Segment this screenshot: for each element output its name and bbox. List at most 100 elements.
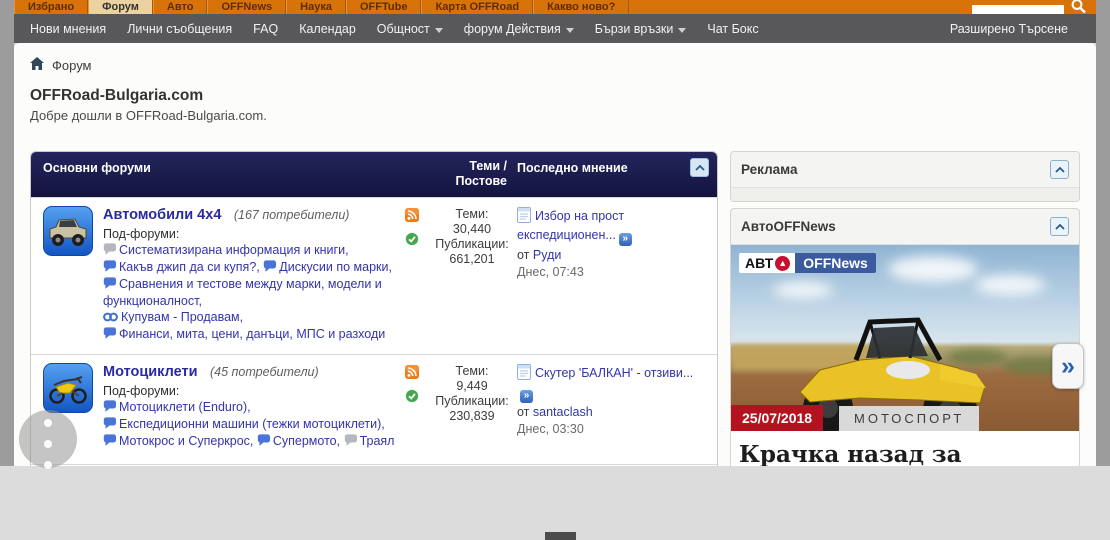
document-icon bbox=[517, 207, 531, 227]
subforums-label: Под-форуми: bbox=[103, 227, 180, 241]
last-post-author[interactable]: santaclash bbox=[533, 405, 593, 419]
menu-item-бързи-връзки[interactable]: Бързи връзки bbox=[595, 22, 687, 36]
menu-bar: Нови мнения Лични съобщения FAQ Календар Общ… bbox=[14, 14, 1096, 43]
floating-menu-button[interactable] bbox=[19, 410, 77, 469]
last-post-author[interactable]: Руди bbox=[533, 248, 561, 262]
forum-row-automobili: Автомобили 4x4 (167 потребители) Под-фор… bbox=[31, 197, 717, 354]
goto-last-post-icon[interactable]: » bbox=[520, 389, 533, 403]
forum-users-count: (45 потребители) bbox=[209, 365, 319, 379]
subforum-link[interactable]: Какъв джип да си купя?, bbox=[103, 260, 260, 274]
bubble-gray-icon bbox=[344, 434, 357, 450]
left-frame bbox=[0, 0, 14, 466]
subscribed-check-icon bbox=[405, 389, 419, 408]
subforum-link[interactable]: Супермото, bbox=[257, 434, 340, 448]
breadcrumb-forum[interactable]: Форум bbox=[52, 58, 92, 73]
subforum-list: Мотоциклети (Enduro), Експедиционни машин… bbox=[103, 399, 399, 450]
bubble-blue-icon bbox=[263, 260, 277, 276]
subforum-link[interactable]: Експедиционни машини (тежки мотоциклети)… bbox=[103, 417, 385, 431]
menu-item-нови-мнения[interactable]: Нови мнения bbox=[30, 22, 106, 36]
subforum-link[interactable]: Мотокрос и Суперкрос, bbox=[103, 434, 253, 448]
goto-last-post-icon[interactable]: » bbox=[618, 232, 632, 246]
collapse-news-button[interactable] bbox=[1050, 217, 1069, 236]
tab-авто[interactable]: Авто bbox=[152, 0, 208, 14]
last-post: Избор на прост експедиционен...» от Руди… bbox=[517, 206, 707, 346]
search-icon[interactable] bbox=[1070, 0, 1088, 14]
ads-panel-body bbox=[731, 188, 1079, 201]
menu-item-календар[interactable]: Календар bbox=[299, 22, 356, 36]
last-post-link[interactable]: Избор на прост експедиционен... bbox=[517, 209, 624, 242]
page-title: OFFRoad-Bulgaria.com bbox=[30, 87, 204, 104]
bubble-blue-icon bbox=[103, 434, 116, 450]
top-tab-bar: Избрано Форум Авто OFFNews Наука OFFTube Карта… bbox=[14, 0, 1096, 14]
breadcrumb: Форум bbox=[30, 57, 1080, 73]
forums-header-title: Основни форуми bbox=[43, 161, 151, 175]
news-category-badge: МОТОСПОРТ bbox=[839, 406, 980, 431]
tab-наука[interactable]: Наука bbox=[286, 0, 346, 14]
document-icon bbox=[517, 364, 531, 384]
tab-offnews[interactable]: OFFNews bbox=[207, 0, 287, 14]
subscribed-check-icon bbox=[405, 232, 419, 251]
bubble-blue-icon bbox=[103, 277, 116, 293]
forum-users-count: (167 потребители) bbox=[233, 208, 350, 222]
advanced-search-link[interactable]: Разширено Търсене bbox=[950, 22, 1068, 36]
news-date-badge: 25/07/2018 bbox=[731, 405, 824, 431]
forum-title-link[interactable]: Мотоциклети bbox=[103, 364, 198, 380]
collapse-ads-button[interactable] bbox=[1050, 160, 1069, 179]
ads-panel: Реклама bbox=[730, 151, 1080, 202]
subforum-link[interactable]: Финанси, мита, цени, данъци, МПС и разхо… bbox=[103, 327, 385, 341]
tab-какво-ново-[interactable]: Какво ново? bbox=[533, 0, 630, 14]
content-area: Форум OFFRoad-Bulgaria.com Добре дошли в… bbox=[14, 43, 1096, 466]
last-post-time: Днес, 07:43 bbox=[517, 264, 584, 279]
subforum-link[interactable]: Купувам - Продавам, bbox=[103, 310, 243, 324]
forum-icon-moto[interactable] bbox=[43, 363, 93, 413]
forum-icon-4x4[interactable] bbox=[43, 206, 93, 256]
bubble-blue-icon bbox=[103, 400, 116, 416]
right-frame bbox=[1096, 0, 1110, 466]
last-post-time: Днес, 03:30 bbox=[517, 421, 584, 436]
stats-values: Теми: 9,449 Публикации: 230,839 bbox=[435, 364, 509, 423]
rss-icon[interactable] bbox=[405, 365, 419, 384]
menu-item-форум-действия[interactable]: форум Действия bbox=[464, 22, 574, 36]
collapse-forums-button[interactable] bbox=[690, 158, 709, 177]
avtooffnews-logo: АВТ ▲ OFFNews bbox=[739, 253, 876, 273]
ads-panel-title: Реклама bbox=[741, 162, 798, 177]
menu-item-чат-бокс[interactable]: Чат Бокс bbox=[707, 22, 758, 36]
link-rings-icon bbox=[103, 310, 118, 326]
bubble-blue-icon bbox=[103, 260, 116, 276]
subforum-list: Систематизирана информация и книги, Какъв… bbox=[103, 242, 399, 343]
menu-item-общност[interactable]: Общност bbox=[377, 22, 443, 36]
subforum-link[interactable]: Сравнения и тестове между марки, модели … bbox=[103, 277, 382, 308]
tab-форум[interactable]: Форум bbox=[88, 0, 153, 14]
news-panel-title: АвтоOFFNews bbox=[741, 219, 836, 234]
tab-избрано[interactable]: Избрано bbox=[14, 0, 89, 14]
subforum-link[interactable]: Траял bbox=[344, 434, 394, 450]
sidebar-expander-button[interactable]: » bbox=[1052, 343, 1084, 389]
subforum-link[interactable]: Мотоциклети (Enduro), bbox=[103, 400, 251, 414]
rss-icon[interactable] bbox=[405, 208, 419, 227]
tab-карта-offroad[interactable]: Карта OFFRoad bbox=[421, 0, 534, 14]
subforum-link[interactable]: Дискусии по марки, bbox=[263, 260, 392, 274]
last-post-link[interactable]: Скутер 'БАЛКАН' - отзиви... bbox=[535, 366, 693, 380]
search-input[interactable] bbox=[972, 4, 1064, 14]
bubble-blue-icon bbox=[257, 434, 270, 450]
last-post: Скутер 'БАЛКАН' - отзиви...» от santacla… bbox=[517, 363, 707, 456]
bottom-area bbox=[0, 466, 1110, 540]
forum-row-atv: ATV (9 потребители) Под-форуми: Теми bbox=[31, 464, 717, 466]
home-icon[interactable] bbox=[30, 57, 44, 73]
news-headline-link[interactable]: Крачка назад за нашите след етап 4 на Si… bbox=[731, 431, 1079, 466]
chevron-down-icon bbox=[434, 22, 443, 36]
menu-list: Нови мнения Лични съобщения FAQ Календар Общ… bbox=[30, 22, 780, 36]
forum-title-link[interactable]: Автомобили 4x4 bbox=[103, 207, 221, 223]
forum-stats: Теми: 30,440 Публикации: 661,201 bbox=[405, 206, 517, 346]
chevron-down-icon bbox=[565, 22, 574, 36]
tab-offtube[interactable]: OFFTube bbox=[345, 0, 422, 14]
forum-row-motocikleti: Мотоциклети (45 потребители) Под-форуми:… bbox=[31, 354, 717, 464]
forums-panel: Основни форуми Теми / Постове Последно м… bbox=[30, 151, 718, 466]
news-article-image[interactable]: АВТ ▲ OFFNews 25/07/2018 МОТОСПОРТ bbox=[731, 245, 1079, 431]
subforum-link[interactable]: Систематизирана информация и книги, bbox=[103, 243, 349, 257]
menu-item-лични-съобщения[interactable]: Лични съобщения bbox=[127, 22, 232, 36]
bubble-blue-icon bbox=[103, 417, 116, 433]
page-subtitle: Добре дошли в OFFRoad-Bulgaria.com. bbox=[30, 108, 267, 123]
subforums-label: Под-форуми: bbox=[103, 384, 180, 398]
menu-item-faq[interactable]: FAQ bbox=[253, 22, 278, 36]
